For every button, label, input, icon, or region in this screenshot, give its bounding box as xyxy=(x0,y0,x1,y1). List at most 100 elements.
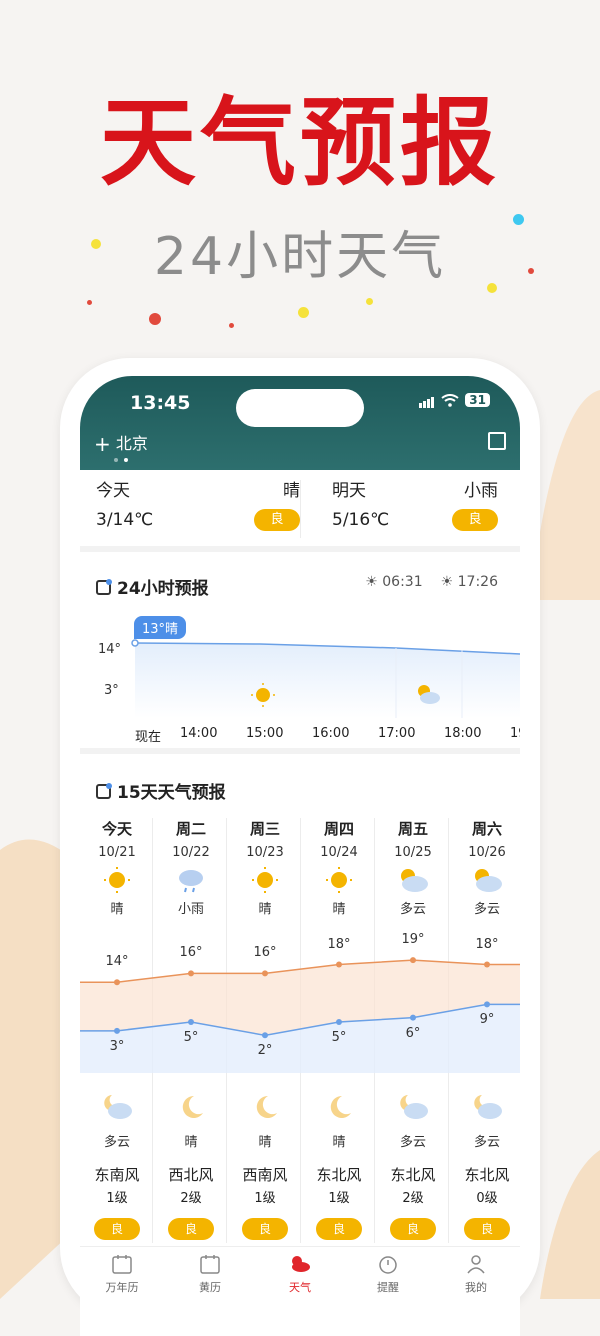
night-column: 晴西南风 1级良 xyxy=(228,1093,302,1240)
section-icon xyxy=(96,579,112,595)
high-temp-point xyxy=(410,957,416,964)
divider xyxy=(300,480,301,538)
wind-direction: 东北风 xyxy=(464,1166,510,1184)
aqi-badge: 良 xyxy=(242,1218,288,1240)
low-temp-label: 3° xyxy=(109,1038,125,1054)
share-icon[interactable] xyxy=(488,432,506,450)
decor-dot xyxy=(87,300,92,305)
add-city-button[interactable]: + 北京 xyxy=(94,430,148,456)
hour-label: 16:00 xyxy=(312,726,350,741)
high-temp-point xyxy=(188,970,194,977)
hour-label: 18:00 xyxy=(444,726,482,741)
night-weather: 晴 xyxy=(332,1135,346,1150)
night-icon-wrap xyxy=(228,1093,302,1125)
day-icon-wrap xyxy=(154,866,228,898)
decor-dot xyxy=(528,268,534,274)
high-temp-label: 16° xyxy=(253,945,277,961)
day-icon-wrap xyxy=(228,866,302,898)
day-icon-wrap xyxy=(302,866,376,898)
day-weather: 晴 xyxy=(258,902,272,917)
wind-level: 1级 xyxy=(328,1191,350,1206)
high-temp-label: 18° xyxy=(327,936,351,952)
nav-calendar[interactable]: 万年历 xyxy=(82,1253,162,1295)
high-temp-point xyxy=(114,979,120,986)
sunset-icon: ☀︎ xyxy=(440,574,454,590)
high-temp-point xyxy=(336,961,342,968)
wind-level: 2级 xyxy=(402,1191,424,1206)
sunset: ☀︎ 17:26 xyxy=(441,574,498,590)
nav-profile[interactable]: 我的 xyxy=(436,1253,516,1295)
hour-label: 19 xyxy=(510,726,520,741)
cloudy-night-icon xyxy=(400,1095,428,1119)
day-column[interactable]: 周三 10/23 晴 xyxy=(228,818,302,917)
low-temp-label: 6° xyxy=(405,1025,421,1041)
night-weather: 晴 xyxy=(184,1135,198,1150)
day-date: 10/23 xyxy=(246,845,284,860)
rain-icon xyxy=(179,870,203,893)
aqi-wrap: 良 xyxy=(80,1218,154,1240)
promo-subtitle: 24小时天气 xyxy=(153,227,447,287)
hour-label: 15:00 xyxy=(246,726,284,741)
aqi-badge: 良 xyxy=(316,1218,362,1240)
night-column: 多云东北风 2级良 xyxy=(376,1093,450,1240)
day-name: 周二 xyxy=(175,820,206,838)
day-name: 周四 xyxy=(323,820,354,838)
nav-almanac[interactable]: 黄历 xyxy=(170,1253,250,1295)
hourly-title-text: 24小时预报 xyxy=(117,579,209,599)
decor-dot xyxy=(229,323,234,328)
nav-label: 提醒 xyxy=(377,1281,399,1294)
summary-weather: 晴 xyxy=(283,481,300,501)
day-column[interactable]: 周二 10/22 小雨 xyxy=(154,818,228,917)
almanac-icon xyxy=(200,1255,220,1274)
aqi-wrap: 良 xyxy=(376,1218,450,1240)
daily-forecast[interactable]: 今天 10/21 晴多云 东南风 1级良 14° 3° 周二 10/22 小雨晴西北风 2级良 16°… xyxy=(80,818,520,1243)
day-icon-wrap xyxy=(80,866,154,898)
wind-direction: 东北风 xyxy=(390,1166,436,1184)
summary-tomorrow[interactable]: 明天 小雨 5/16℃ 良 xyxy=(332,476,498,546)
day-column[interactable]: 今天 10/21 晴 xyxy=(80,818,154,917)
decor-dot xyxy=(487,283,497,293)
decor-dot xyxy=(149,313,161,325)
calendar-icon xyxy=(112,1255,132,1274)
day-column[interactable]: 周六 10/26 多云 xyxy=(450,818,520,917)
hour-label: 17:00 xyxy=(378,726,416,741)
night-icon-wrap xyxy=(154,1093,228,1125)
aqi-badge: 良 xyxy=(464,1218,510,1240)
nav-reminder[interactable]: 提醒 xyxy=(348,1253,428,1295)
dynamic-island xyxy=(236,389,364,427)
sunrise-time: 06:31 xyxy=(382,574,423,590)
sunset-time: 17:26 xyxy=(457,574,498,590)
day-name: 周五 xyxy=(397,820,428,838)
promo-headline: 天气预报 xyxy=(100,86,500,199)
low-temp-label: 5° xyxy=(331,1030,347,1046)
summary-today[interactable]: 今天 晴 3/14℃ 良 xyxy=(96,476,300,546)
day-column[interactable]: 周五 10/25 多云 xyxy=(376,818,450,917)
wind-level: 1级 xyxy=(254,1191,276,1206)
weather-icon xyxy=(292,1256,310,1272)
battery-icon: 31 xyxy=(465,393,490,407)
high-temp-point xyxy=(484,961,490,968)
day-icon-wrap xyxy=(376,866,450,898)
nav-label: 万年历 xyxy=(105,1281,139,1294)
night-weather: 多云 xyxy=(399,1135,426,1150)
low-temp-point xyxy=(114,1027,120,1034)
hourly-chart[interactable]: 13°晴 14° 3° 现在 14:00 15:00 16:00 17:00 1… xyxy=(80,608,520,745)
y-label-high: 14° xyxy=(98,642,122,657)
decor-dot xyxy=(366,298,373,305)
sunrise: ☀︎ 06:31 xyxy=(365,574,422,590)
wind-level: 2级 xyxy=(180,1191,202,1206)
low-temp-point xyxy=(410,1014,416,1021)
high-temp-label: 19° xyxy=(401,932,425,948)
current-temp-tag: 13°晴 xyxy=(134,616,187,639)
status-time: 13:45 xyxy=(130,392,191,414)
city-pager xyxy=(114,458,128,462)
night-weather: 多云 xyxy=(103,1135,130,1150)
nav-label: 天气 xyxy=(289,1281,311,1294)
sun-icon xyxy=(104,867,130,893)
day-column[interactable]: 周四 10/24 晴 xyxy=(302,818,376,917)
nav-weather[interactable]: 天气 xyxy=(260,1253,340,1295)
high-temp-point xyxy=(262,970,268,977)
daily-title-text: 15天天气预报 xyxy=(117,783,226,803)
wifi-icon xyxy=(441,393,459,407)
aqi-wrap: 良 xyxy=(450,1218,520,1240)
